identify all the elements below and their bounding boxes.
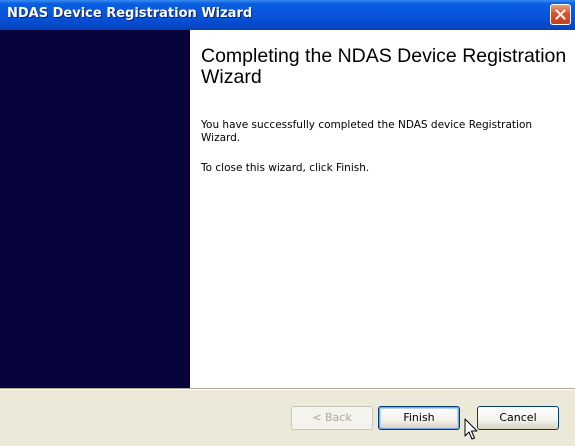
title-bar[interactable]: NDAS Device Registration Wizard (0, 0, 575, 30)
mouse-cursor-icon (464, 418, 478, 440)
page-heading: Completing the NDAS Device Registration … (201, 45, 567, 88)
wizard-content-panel: Completing the NDAS Device Registration … (190, 30, 575, 388)
completion-message: You have successfully completed the NDAS… (201, 119, 533, 144)
cancel-button[interactable]: Cancel (477, 406, 559, 430)
close-button[interactable] (550, 4, 571, 25)
wizard-sidebar-banner (0, 30, 190, 388)
window-title: NDAS Device Registration Wizard (7, 6, 253, 21)
back-button[interactable]: < Back (291, 406, 373, 430)
close-instruction: To close this wizard, click Finish. (201, 162, 370, 174)
finish-button[interactable]: Finish (378, 406, 460, 430)
footer-separator (0, 388, 575, 390)
close-icon (555, 9, 566, 20)
wizard-window: NDAS Device Registration Wizard Completi… (0, 0, 575, 446)
